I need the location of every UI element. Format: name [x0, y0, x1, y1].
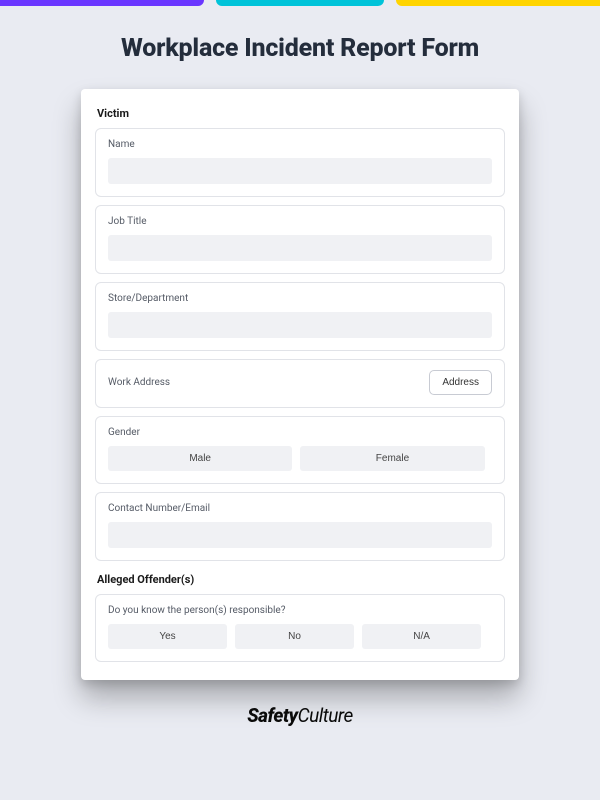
label-contact: Contact Number/Email: [108, 503, 492, 514]
field-work-address: Work Address Address: [95, 359, 505, 408]
label-responsible-known: Do you know the person(s) responsible?: [108, 605, 492, 616]
input-store-department[interactable]: [108, 312, 492, 338]
option-gender-male[interactable]: Male: [108, 446, 292, 471]
field-contact: Contact Number/Email: [95, 492, 505, 561]
option-responsible-na[interactable]: N/A: [362, 624, 481, 649]
option-responsible-yes[interactable]: Yes: [108, 624, 227, 649]
form-card: Victim Name Job Title Store/Department W…: [81, 89, 519, 680]
label-gender: Gender: [108, 427, 492, 438]
input-contact[interactable]: [108, 522, 492, 548]
field-job-title: Job Title: [95, 205, 505, 274]
section-heading-offenders: Alleged Offender(s): [97, 573, 505, 586]
field-responsible-known: Do you know the person(s) responsible? Y…: [95, 594, 505, 662]
field-store-department: Store/Department: [95, 282, 505, 351]
option-responsible-no[interactable]: No: [235, 624, 354, 649]
brand-color-bar: [0, 0, 600, 6]
brand-part2: Culture: [298, 704, 353, 727]
page-title: Workplace Incident Report Form: [0, 34, 600, 63]
label-store-department: Store/Department: [108, 293, 492, 304]
option-gender-female[interactable]: Female: [300, 446, 484, 471]
section-heading-victim: Victim: [97, 107, 505, 120]
field-gender: Gender Male Female: [95, 416, 505, 484]
label-name: Name: [108, 139, 492, 150]
label-work-address: Work Address: [108, 377, 170, 388]
label-job-title: Job Title: [108, 216, 492, 227]
field-name: Name: [95, 128, 505, 197]
input-name[interactable]: [108, 158, 492, 184]
brand-logo: SafetyCulture: [0, 704, 600, 727]
address-button[interactable]: Address: [429, 370, 492, 395]
brand-part1: Safety: [247, 704, 297, 727]
input-job-title[interactable]: [108, 235, 492, 261]
